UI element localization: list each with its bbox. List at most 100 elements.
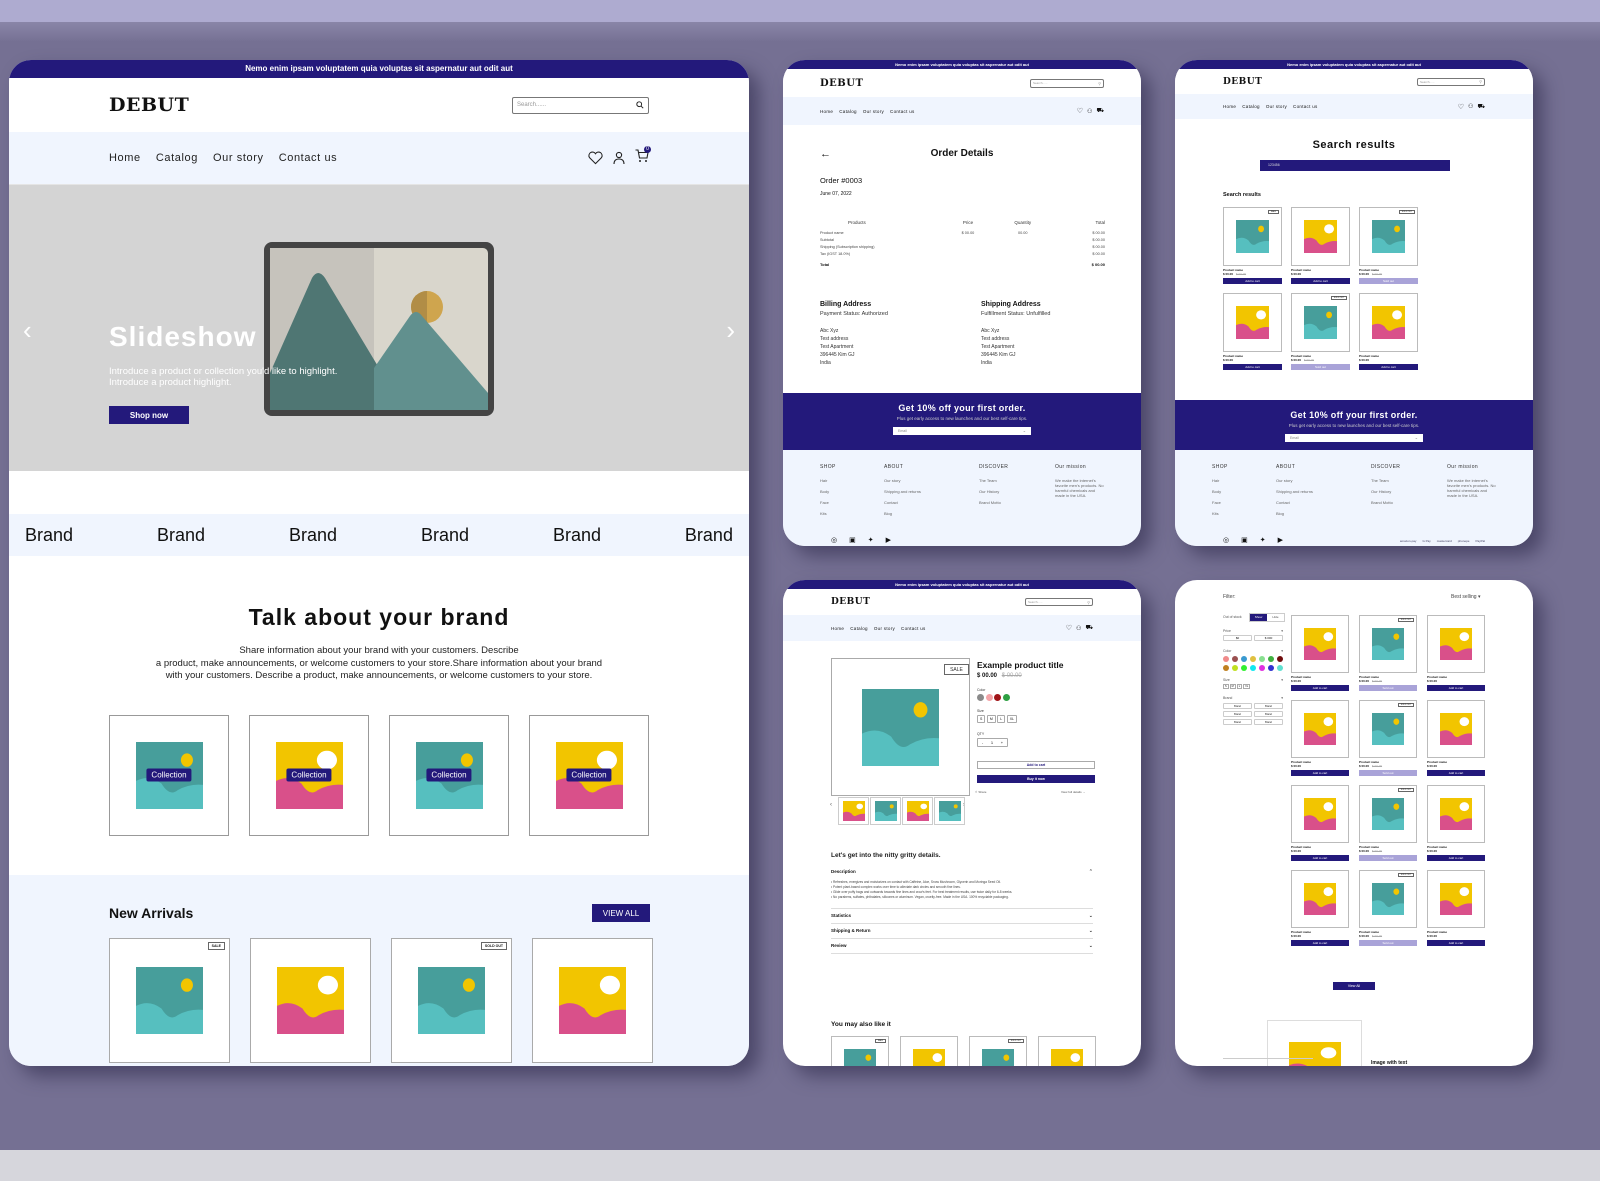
nav-home[interactable]: Home xyxy=(109,152,141,164)
sold-out-button[interactable]: Sold out xyxy=(1359,855,1417,861)
accordion-header[interactable]: Review ⌄ xyxy=(831,943,1093,949)
footer-link[interactable]: Brand Motto xyxy=(979,500,1055,505)
nav-our-story[interactable]: Our story xyxy=(213,152,264,164)
related-product-card[interactable] xyxy=(900,1036,958,1066)
product-image-card[interactable]: SOLD OUT xyxy=(1291,293,1350,352)
product-image-card[interactable] xyxy=(1359,293,1418,352)
add-to-cart-button[interactable]: Add to cart xyxy=(1427,685,1485,691)
accordion-header[interactable]: Statistics ⌄ xyxy=(831,913,1093,919)
add-to-cart-button[interactable]: Add to cart xyxy=(1223,364,1282,370)
footer-link[interactable]: Contact xyxy=(1276,500,1371,505)
product-tile[interactable]: SALE Product name $ 00.00 $ 00.00 Add to car… xyxy=(1223,207,1282,284)
nav-contact[interactable]: Contact us xyxy=(901,626,926,631)
footer-link[interactable]: Blog xyxy=(1276,511,1371,516)
footer-link[interactable]: Our History xyxy=(1371,489,1447,494)
thumb-prev-arrow[interactable]: ‹ xyxy=(830,802,832,808)
product-tile[interactable]: SOLD OUT Product name $ 00.00 $ 00.00 Sold o… xyxy=(1359,870,1417,946)
slideshow-prev-arrow[interactable]: ‹ xyxy=(23,315,32,346)
footer-link[interactable]: The Team xyxy=(979,478,1055,483)
nav-catalog[interactable]: Catalog xyxy=(839,109,857,114)
accordion-item[interactable]: Statistics ⌄ xyxy=(831,909,1093,924)
product-tile[interactable]: Product name $ 00.00 Add to cart xyxy=(1223,293,1282,370)
product-image-card[interactable] xyxy=(1427,785,1485,843)
nav-catalog[interactable]: Catalog xyxy=(1242,104,1260,109)
color-swatch[interactable] xyxy=(985,694,993,701)
color-swatch[interactable] xyxy=(1223,664,1229,671)
nav-contact[interactable]: Contact us xyxy=(1293,104,1318,109)
brand-option[interactable]: Brand xyxy=(1223,719,1252,725)
search-input[interactable]: Search...... ⚲ xyxy=(1417,77,1485,86)
collection-label[interactable]: Collection xyxy=(286,768,332,782)
twitter-icon[interactable]: ✦ xyxy=(868,536,874,544)
collection-card[interactable]: Collection xyxy=(249,714,369,836)
size-filter-header[interactable]: Size ▾ xyxy=(1223,678,1283,682)
color-swatch[interactable] xyxy=(977,694,984,701)
add-to-cart-button[interactable]: Add to cart xyxy=(1223,278,1282,284)
arrow-right-icon[interactable]: → xyxy=(1415,436,1419,440)
brand-logo[interactable]: Brand xyxy=(289,525,337,546)
size-option[interactable]: S xyxy=(1223,684,1229,689)
color-swatch[interactable] xyxy=(1002,694,1010,701)
product-image-card[interactable] xyxy=(1291,700,1349,758)
product-image-card[interactable] xyxy=(1427,700,1485,758)
related-product-card[interactable]: SALE xyxy=(831,1036,889,1066)
price-max-input[interactable]: $ 000 xyxy=(1254,635,1283,641)
slideshow-next-arrow[interactable]: › xyxy=(726,315,735,346)
buy-now-button[interactable]: Buy it now xyxy=(977,775,1095,783)
logo[interactable]: DEBUT xyxy=(1223,77,1262,87)
size-option[interactable]: L xyxy=(997,715,1006,723)
brand-option[interactable]: Brand xyxy=(1254,719,1283,725)
shop-now-button[interactable]: Shop now xyxy=(109,406,189,424)
accordion-item[interactable]: Description ⌃ • Refreshes, energizes and m… xyxy=(831,865,1093,909)
product-image-card[interactable]: SOLD OUT xyxy=(1359,870,1417,928)
collection-label[interactable]: Collection xyxy=(426,768,472,782)
color-swatch[interactable] xyxy=(994,694,1001,701)
footer-link[interactable]: Contact xyxy=(884,500,979,505)
related-product-card[interactable]: SOLD OUT xyxy=(969,1036,1027,1066)
youtube-icon[interactable]: ▶ xyxy=(886,536,891,544)
product-tile[interactable]: Product name $ 00.00 Add to cart xyxy=(1291,207,1350,284)
heart-icon[interactable]: ♡ xyxy=(1066,624,1072,632)
search-input[interactable]: Search...... ⚲ xyxy=(1025,598,1093,606)
product-tile[interactable]: SOLD OUT Product name $ 00.00 $ 00.00 Sold o… xyxy=(1359,615,1417,691)
accordion-header[interactable]: Shipping & Return ⌄ xyxy=(831,928,1093,934)
stock-hide-option[interactable]: Hide xyxy=(1267,614,1284,621)
product-image-card[interactable] xyxy=(1291,207,1350,266)
product-card[interactable] xyxy=(250,938,371,1063)
product-tile[interactable]: Product name $ 00.00 Add to cart xyxy=(1291,615,1349,691)
sold-out-button[interactable]: Sold out xyxy=(1359,940,1417,946)
footer-link[interactable]: Kits xyxy=(1212,511,1276,516)
brand-filter-header[interactable]: Brand ▾ xyxy=(1223,696,1283,700)
size-option[interactable]: XL xyxy=(1243,684,1251,689)
search-icon[interactable]: ⚲ xyxy=(1087,600,1090,605)
heart-icon[interactable] xyxy=(588,151,603,165)
user-icon[interactable]: ⚇ xyxy=(1076,625,1081,632)
add-to-cart-button[interactable]: Add to cart xyxy=(1291,278,1350,284)
stock-show-option[interactable]: Show xyxy=(1250,614,1267,621)
color-swatch[interactable] xyxy=(1250,664,1256,671)
footer-link[interactable]: Face xyxy=(820,500,884,505)
related-product-card[interactable] xyxy=(1038,1036,1096,1066)
price-filter-header[interactable]: Price ▾ xyxy=(1223,629,1283,633)
nav-home[interactable]: Home xyxy=(831,626,844,631)
qty-minus-button[interactable]: - xyxy=(982,740,983,745)
product-tile[interactable]: Product name $ 00.00 Add to cart xyxy=(1359,293,1418,370)
footer-link[interactable]: Brand Motto xyxy=(1371,500,1447,505)
collection-label[interactable]: Collection xyxy=(146,768,192,782)
brand-logo[interactable]: Brand xyxy=(421,525,469,546)
nav-catalog[interactable]: Catalog xyxy=(850,626,868,631)
cart-icon[interactable]: ⛟ xyxy=(1096,107,1104,115)
product-image-card[interactable]: SOLD OUT xyxy=(1359,700,1417,758)
nav-contact[interactable]: Contact us xyxy=(890,109,915,114)
sold-out-button[interactable]: Sold out xyxy=(1359,685,1417,691)
sold-out-button[interactable]: Sold out xyxy=(1359,278,1418,284)
search-input[interactable]: Search...... ⚲ xyxy=(1030,78,1104,88)
nav-home[interactable]: Home xyxy=(1223,104,1236,109)
search-query-input[interactable]: 123456 xyxy=(1260,160,1450,171)
color-filter-header[interactable]: Color ▾ xyxy=(1223,649,1283,653)
size-option[interactable]: M xyxy=(986,715,996,723)
footer-link[interactable]: Our History xyxy=(979,489,1055,494)
search-input[interactable]: Search...... xyxy=(512,96,649,114)
email-input[interactable]: Email → xyxy=(1285,434,1423,442)
color-swatch[interactable] xyxy=(1259,656,1265,662)
